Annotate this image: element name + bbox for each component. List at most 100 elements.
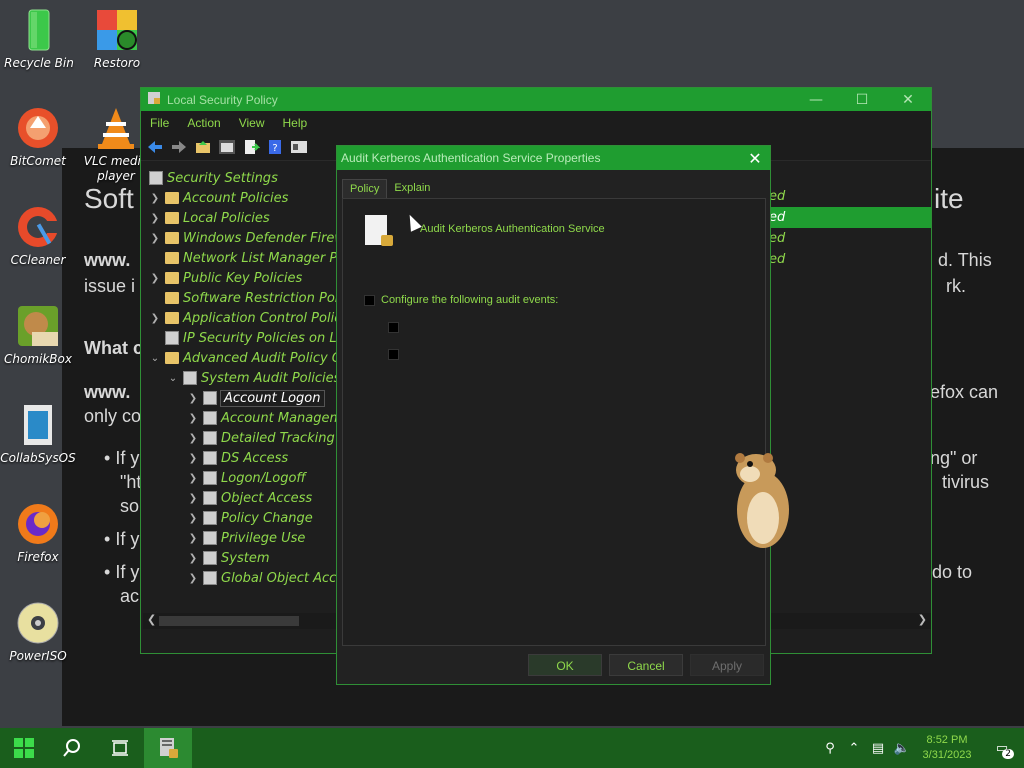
chevron-right-icon[interactable]: ❯ (187, 533, 199, 544)
tree-item-application-control[interactable]: ❯ Application Control Polic (149, 308, 342, 328)
taskbar-local-security-policy[interactable] (144, 728, 192, 768)
desktop-icon-firefox[interactable]: Firefox (0, 502, 78, 565)
tree-item-label: Advanced Audit Policy Co (183, 350, 343, 366)
task-view-button[interactable] (96, 728, 144, 768)
tree-item-logon-logoff[interactable]: ❯ Logon/Logoff (187, 468, 306, 488)
tree-item-account-management[interactable]: ❯ Account Manageme (187, 408, 343, 428)
chevron-right-icon[interactable]: ❯ (187, 493, 199, 504)
chevron-right-icon[interactable]: ❯ (187, 573, 199, 584)
security-policy-icon (147, 90, 161, 109)
scroll-left-icon[interactable]: ❮ (147, 613, 156, 626)
chevron-down-icon[interactable]: ⌄ (149, 353, 161, 364)
window-titlebar[interactable]: Local Security Policy — ☐ ✕ (141, 88, 931, 111)
tree-item-local-policies[interactable]: ❯ Local Policies (149, 208, 270, 228)
up-folder-icon[interactable] (194, 138, 212, 156)
tree-item-global-object-access[interactable]: ❯ Global Object Acce (187, 568, 343, 588)
scrollbar-thumb[interactable] (159, 616, 299, 626)
chevron-right-icon[interactable]: ❯ (149, 213, 161, 224)
chevron-right-icon[interactable]: ❯ (187, 433, 199, 444)
desktop-icon-chomikbox[interactable]: ChomikBox (0, 304, 78, 367)
tree-item-label: Privilege Use (221, 530, 306, 546)
tree-item-ds-access[interactable]: ❯ DS Access (187, 448, 288, 468)
forward-arrow-icon[interactable] (170, 138, 188, 156)
apply-button[interactable]: Apply (690, 654, 764, 676)
tree-item-system[interactable]: ❯ System (187, 548, 270, 568)
policy-list-row[interactable]: ed (765, 186, 931, 207)
taskbar: ⚲ ⌃ ▤ 🔈 8:52 PM 3/31/2023 ▭ 2 (0, 728, 1024, 768)
tab-explain[interactable]: Explain (387, 179, 437, 198)
ok-button[interactable]: OK (528, 654, 602, 676)
audit-success-checkbox[interactable] (388, 322, 399, 333)
network-icon[interactable]: ▤ (866, 741, 890, 756)
policy-list-row[interactable]: ed (765, 228, 931, 249)
minimize-icon[interactable]: — (793, 92, 839, 108)
tree-item-privilege-use[interactable]: ❯ Privilege Use (187, 528, 306, 548)
show-hide-tree-icon[interactable] (218, 138, 236, 156)
chevron-right-icon[interactable]: ❯ (187, 413, 199, 424)
maximize-icon[interactable]: ☐ (839, 92, 885, 108)
volume-muted-icon[interactable]: 🔈 (890, 741, 914, 756)
tree-item-object-access[interactable]: ❯ Object Access (187, 488, 312, 508)
tree-item-label: Windows Defender Firew (183, 230, 343, 246)
clock[interactable]: 8:52 PM 3/31/2023 (914, 733, 980, 763)
notification-count: 2 (1002, 748, 1014, 759)
close-icon[interactable]: ✕ (885, 92, 931, 108)
desktop-icon-label: PowerISO (9, 649, 67, 663)
menu-action[interactable]: Action (178, 116, 229, 130)
desktop-icon-bitcomet[interactable]: BitComet (0, 106, 78, 169)
bg-bullet-3-text: If y (115, 562, 140, 582)
start-button[interactable] (0, 728, 48, 768)
tree-item-account-policies[interactable]: ❯ Account Policies (149, 188, 289, 208)
menu-help[interactable]: Help (274, 116, 317, 130)
notifications-icon[interactable]: ▭ 2 (980, 741, 1024, 759)
export-list-icon[interactable] (242, 138, 260, 156)
chevron-right-icon[interactable]: ❯ (187, 393, 199, 404)
chevron-right-icon[interactable]: ❯ (149, 193, 161, 204)
scroll-right-icon[interactable]: ❯ (918, 613, 927, 626)
desktop-icon-ccleaner[interactable]: CCleaner (0, 205, 78, 268)
tree-item-system-audit-policies[interactable]: ⌄ System Audit Policies (167, 368, 341, 388)
desktop-icon-poweriso[interactable]: PowerISO (0, 601, 78, 664)
policy-list-row-selected[interactable]: ed (765, 207, 931, 228)
close-icon[interactable]: ✕ (740, 149, 770, 168)
chevron-right-icon[interactable]: ❯ (187, 553, 199, 564)
tree-item-account-logon[interactable]: ❯ Account Logon (187, 388, 325, 408)
desktop-icon-collabsysos[interactable]: CollabSysOS (0, 403, 78, 466)
tree-item-security-settings[interactable]: Security Settings (145, 168, 278, 188)
tree-item-public-key-policies[interactable]: ❯ Public Key Policies (149, 268, 302, 288)
chevron-right-icon[interactable]: ❯ (187, 473, 199, 484)
chevron-right-icon[interactable]: ❯ (187, 453, 199, 464)
chevron-right-icon[interactable]: ❯ (149, 233, 161, 244)
chevron-down-icon[interactable]: ⌄ (167, 373, 179, 384)
tree-item-detailed-tracking[interactable]: ❯ Detailed Tracking (187, 428, 335, 448)
configure-audit-checkbox[interactable] (364, 295, 375, 306)
tree-item-advanced-audit[interactable]: ⌄ Advanced Audit Policy Co (149, 348, 343, 368)
menu-view[interactable]: View (230, 116, 274, 130)
tree-item-policy-change[interactable]: ❯ Policy Change (187, 508, 313, 528)
chevron-right-icon[interactable]: ❯ (149, 273, 161, 284)
chevron-right-icon[interactable]: ❯ (187, 513, 199, 524)
chevron-up-icon[interactable]: ⌃ (842, 741, 866, 756)
properties-icon[interactable] (290, 138, 308, 156)
chevron-right-icon[interactable]: ❯ (149, 313, 161, 324)
dialog-titlebar[interactable]: Audit Kerberos Authentication Service Pr… (337, 146, 770, 170)
policy-list-row[interactable]: ed (765, 249, 931, 270)
audit-failure-checkbox[interactable] (388, 349, 399, 360)
tab-policy[interactable]: Policy (342, 179, 388, 198)
tree-item-ip-security[interactable]: IP Security Policies on Lo (149, 328, 343, 348)
back-arrow-icon[interactable] (146, 138, 164, 156)
tree-item-software-restriction[interactable]: Software Restriction Polic (149, 288, 343, 308)
desktop-icon-recycle-bin[interactable]: Recycle Bin (0, 8, 79, 71)
help-icon[interactable]: ? (266, 138, 284, 156)
tree-item-network-list-manager[interactable]: Network List Manager Po (149, 248, 343, 268)
desktop-icon-restoro[interactable]: Restoro (77, 8, 157, 71)
tree-item-windows-defender-firewall[interactable]: ❯ Windows Defender Firew (149, 228, 343, 248)
hamster-pet-icon[interactable] (730, 448, 792, 552)
people-icon[interactable]: ⚲ (818, 741, 842, 756)
search-button[interactable] (48, 728, 96, 768)
window-title: Local Security Policy (167, 92, 278, 107)
menu-file[interactable]: File (141, 116, 178, 130)
desktop-icon-label: Firefox (17, 550, 59, 564)
cancel-button[interactable]: Cancel (609, 654, 683, 676)
tree-item-label: Software Restriction Polic (183, 290, 343, 306)
